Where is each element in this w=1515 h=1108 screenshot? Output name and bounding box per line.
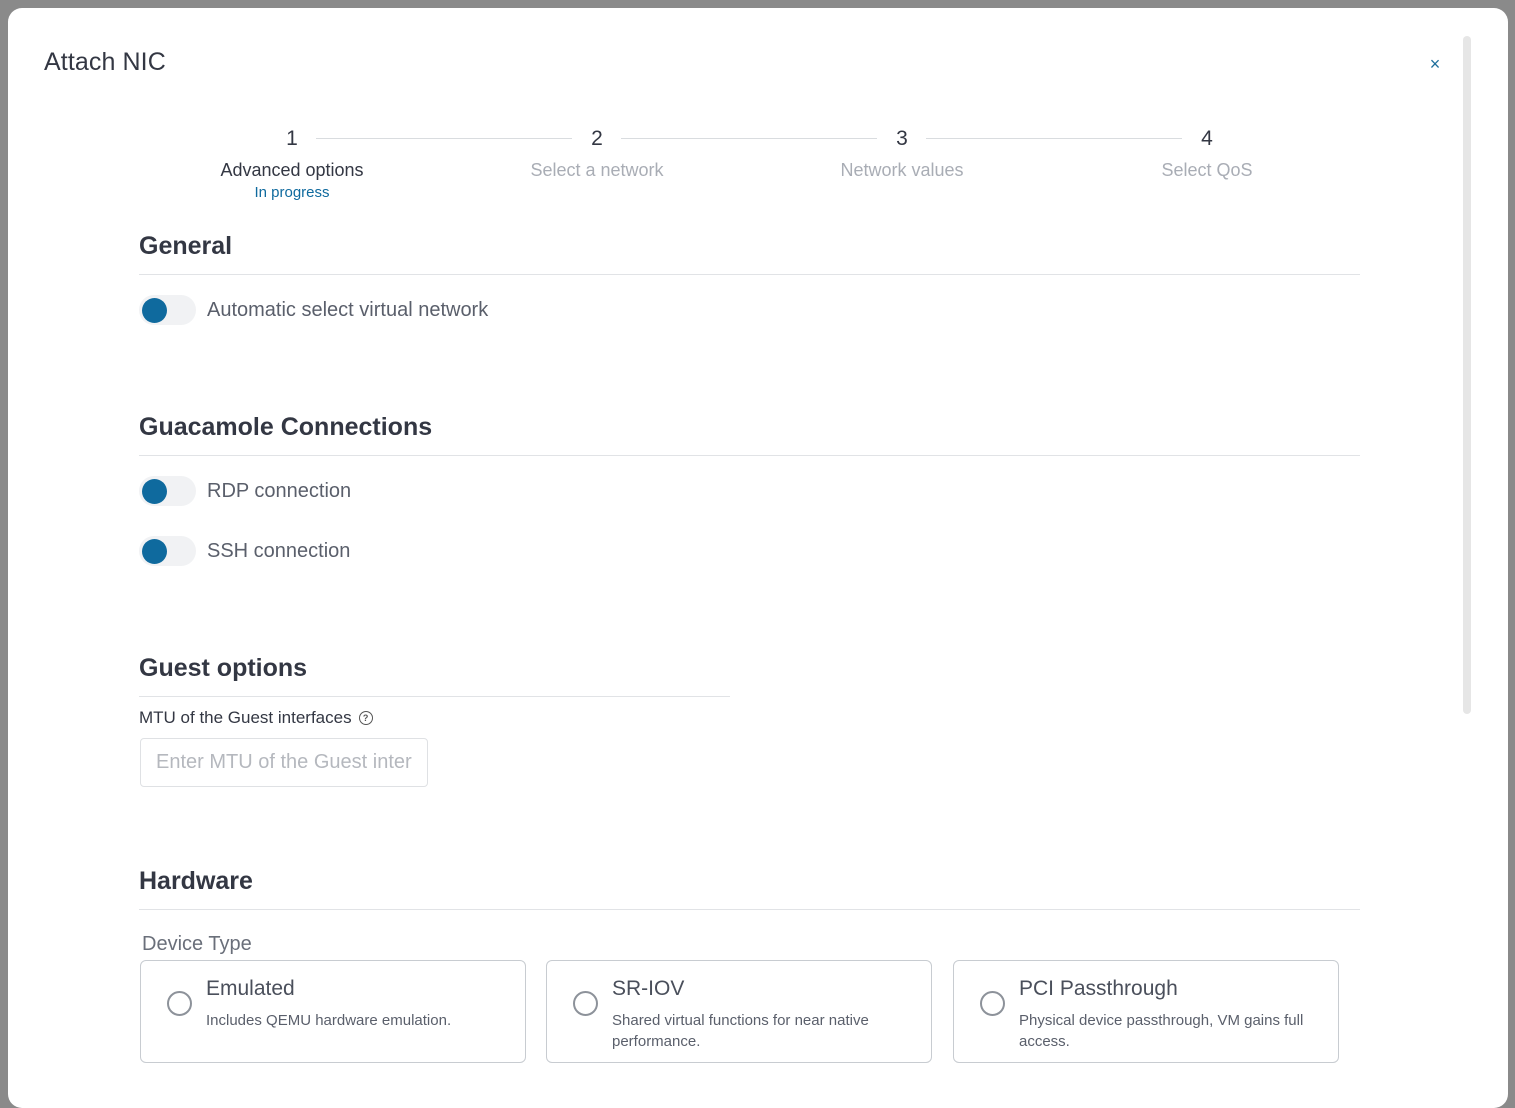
card-description: Physical device passthrough, VM gains fu… <box>1019 1012 1304 1050</box>
step-label: Advanced options <box>220 160 364 180</box>
auto-select-network-toggle[interactable] <box>139 295 196 325</box>
toggle-knob <box>142 479 167 504</box>
step-number: 4 <box>1201 127 1213 150</box>
step-number: 2 <box>591 127 603 150</box>
ssh-connection-toggle[interactable] <box>139 536 196 566</box>
step-number: 3 <box>896 127 908 150</box>
radio-button[interactable] <box>167 991 192 1016</box>
step-advanced-options[interactable]: 1 Advanced options In progress <box>172 127 412 201</box>
section-title-guest-options: Guest options <box>139 654 308 682</box>
radio-button[interactable] <box>980 991 1005 1016</box>
section-title-general: General <box>139 232 233 260</box>
attach-nic-dialog: Attach NIC × 1 Advanced options In progr… <box>8 8 1508 1108</box>
radio-button[interactable] <box>573 991 598 1016</box>
card-title: PCI Passthrough <box>1019 977 1178 1000</box>
section-title-hardware: Hardware <box>139 867 253 895</box>
mtu-input[interactable] <box>140 738 428 787</box>
device-type-sriov-card[interactable]: SR-IOV Shared virtual functions for near… <box>546 960 932 1063</box>
card-description: Includes QEMU hardware emulation. <box>206 1012 452 1029</box>
step-select-qos[interactable]: 4 Select QoS <box>1087 127 1327 181</box>
rdp-connection-row: RDP connection <box>139 476 351 506</box>
scrollbar[interactable] <box>1463 36 1471 714</box>
device-type-label: Device Type <box>142 933 252 955</box>
help-icon[interactable]: ? <box>358 711 373 725</box>
mtu-label-text: MTU of the Guest interfaces <box>139 708 352 727</box>
step-status: In progress <box>254 184 330 201</box>
section-divider <box>139 274 1360 275</box>
auto-select-network-row: Automatic select virtual network <box>139 295 488 325</box>
section-divider <box>139 909 1360 910</box>
rdp-connection-toggle[interactable] <box>139 476 196 506</box>
toggle-knob <box>142 298 167 323</box>
card-description: Shared virtual functions for near native… <box>612 1012 869 1050</box>
rdp-connection-label: RDP connection <box>207 479 352 502</box>
device-type-emulated-card[interactable]: Emulated Includes QEMU hardware emulatio… <box>140 960 526 1063</box>
mtu-field-label: MTU of the Guest interfaces ? <box>139 708 373 728</box>
auto-select-network-label: Automatic select virtual network <box>207 298 489 321</box>
step-label: Select a network <box>530 160 664 180</box>
ssh-connection-label: SSH connection <box>207 539 351 562</box>
card-title: SR-IOV <box>612 977 685 1000</box>
ssh-connection-row: SSH connection <box>139 536 350 566</box>
card-title: Emulated <box>206 977 295 1000</box>
step-label: Select QoS <box>1161 160 1253 180</box>
section-divider <box>139 696 730 697</box>
dialog-title: Attach NIC <box>44 48 166 76</box>
toggle-knob <box>142 539 167 564</box>
step-select-network[interactable]: 2 Select a network <box>477 127 717 181</box>
device-type-pci-passthrough-card[interactable]: PCI Passthrough Physical device passthro… <box>953 960 1339 1063</box>
step-network-values[interactable]: 3 Network values <box>782 127 1022 181</box>
step-label: Network values <box>840 160 964 180</box>
close-icon[interactable]: × <box>1425 54 1445 74</box>
step-number: 1 <box>286 127 298 150</box>
section-title-guacamole: Guacamole Connections <box>139 413 433 441</box>
section-divider <box>139 455 1360 456</box>
